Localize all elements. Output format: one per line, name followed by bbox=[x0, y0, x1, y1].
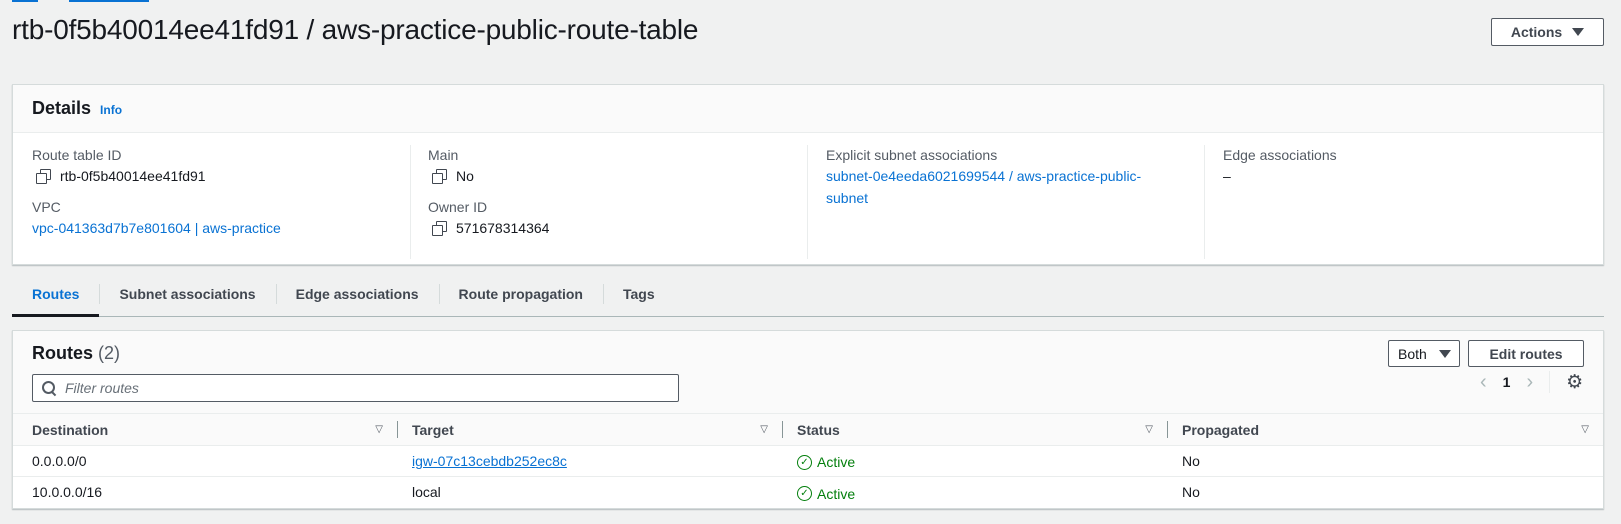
copy-icon[interactable] bbox=[432, 221, 447, 236]
column-target[interactable]: Target ▽ bbox=[397, 413, 782, 446]
target-cell: igw-07c13cebdb252ec8c bbox=[397, 445, 782, 477]
tab-edge-associations[interactable]: Edge associations bbox=[275, 272, 439, 316]
route-table-id-label: Route table ID bbox=[32, 147, 122, 163]
page-title: rtb-0f5b40014ee41fd91 / aws-practice-pub… bbox=[12, 14, 699, 45]
routes-title: Routes (2) bbox=[32, 343, 120, 364]
tab-route-propagation[interactable]: Route propagation bbox=[438, 272, 603, 316]
route-table-id-value: rtb-0f5b40014ee41fd91 bbox=[32, 165, 410, 187]
gear-icon[interactable]: ⚙ bbox=[1566, 371, 1583, 394]
route-type-select[interactable]: Both bbox=[1388, 340, 1460, 367]
info-link[interactable]: Info bbox=[100, 103, 122, 117]
column-label: Propagated bbox=[1182, 421, 1260, 438]
check-circle-icon: ✓ bbox=[797, 486, 812, 501]
filter-routes-field[interactable] bbox=[32, 374, 679, 402]
table-row: 10.0.0.0/16 local ✓ Active No bbox=[13, 477, 1603, 508]
column-destination[interactable]: Destination ▽ bbox=[13, 413, 397, 446]
vpc-link[interactable]: vpc-041363d7b7e801604 | aws-practice bbox=[32, 217, 410, 239]
table-header-row: Destination ▽ Target ▽ Status ▽ Propagated ▽ bbox=[13, 413, 1603, 446]
route-table-id: rtb-0f5b40014ee41fd91 bbox=[60, 168, 206, 184]
owner-id-value: 571678314364 bbox=[428, 217, 807, 239]
destination-cell: 10.0.0.0/16 bbox=[32, 484, 103, 501]
table-row: 0.0.0.0/0 igw-07c13cebdb252ec8c ✓ Active… bbox=[13, 445, 1603, 477]
status-cell: ✓ Active bbox=[782, 445, 1167, 477]
column-label: Target bbox=[412, 421, 454, 438]
details-column-4: Edge associations – bbox=[1204, 145, 1601, 259]
status-badge: ✓ Active bbox=[797, 486, 855, 502]
owner-id-label: Owner ID bbox=[428, 199, 488, 215]
routes-count: (2) bbox=[98, 343, 121, 363]
details-panel: Details Info Route table ID rtb-0f5b4001… bbox=[12, 84, 1604, 265]
copy-icon[interactable] bbox=[36, 169, 51, 184]
sort-icon[interactable]: ▽ bbox=[1581, 424, 1589, 435]
status-text: Active bbox=[817, 454, 856, 471]
target-link[interactable]: igw-07c13cebdb252ec8c bbox=[412, 453, 567, 469]
routes-title-text: Routes bbox=[32, 343, 94, 363]
previous-page-icon[interactable]: ‹ bbox=[1480, 371, 1487, 394]
status-cell: ✓ Active bbox=[782, 477, 1167, 508]
column-propagated[interactable]: Propagated ▽ bbox=[1167, 413, 1603, 446]
propagated-cell: No bbox=[1182, 484, 1200, 501]
column-status[interactable]: Status ▽ bbox=[782, 413, 1167, 446]
actions-label: Actions bbox=[1510, 24, 1563, 40]
caret-down-icon bbox=[1572, 28, 1585, 36]
status-badge: ✓ Active bbox=[797, 454, 855, 470]
owner-id: 571678314364 bbox=[456, 220, 550, 236]
destination-cell: 0.0.0.0/0 bbox=[13, 445, 397, 477]
caret-down-icon bbox=[1438, 349, 1451, 358]
details-column-2: Main No Owner ID 571678314364 bbox=[410, 145, 807, 259]
main-label: Main bbox=[428, 147, 459, 163]
details-column-3: Explicit subnet associations subnet-0e4e… bbox=[807, 145, 1204, 259]
tab-tags[interactable]: Tags bbox=[602, 272, 675, 316]
route-type-value: Both bbox=[1398, 345, 1427, 362]
edge-associations-label: Edge associations bbox=[1223, 147, 1337, 163]
sort-icon[interactable]: ▽ bbox=[760, 424, 768, 435]
details-grid: Route table ID rtb-0f5b40014ee41fd91 VPC… bbox=[13, 133, 1603, 259]
main: No bbox=[456, 168, 474, 184]
check-circle-icon: ✓ bbox=[797, 454, 812, 470]
page-number[interactable]: 1 bbox=[1503, 374, 1511, 390]
copy-icon[interactable] bbox=[432, 169, 447, 184]
target-cell: local bbox=[412, 484, 441, 501]
status-text: Active bbox=[817, 485, 856, 502]
tab-routes[interactable]: Routes bbox=[12, 272, 100, 317]
breadcrumb-stub-1[interactable] bbox=[12, 0, 38, 2]
pagination-divider bbox=[1549, 371, 1551, 393]
details-header: Details Info bbox=[13, 85, 1603, 133]
tab-bar: Routes Subnet associations Edge associat… bbox=[12, 272, 1604, 317]
details-column-1: Route table ID rtb-0f5b40014ee41fd91 VPC… bbox=[13, 145, 410, 259]
routes-panel: Routes (2) Both Edit routes ‹ 1 › ⚙ Dest… bbox=[12, 330, 1604, 509]
pagination: ‹ 1 › ⚙ bbox=[1480, 367, 1583, 397]
edit-routes-button[interactable]: Edit routes bbox=[1468, 340, 1584, 367]
column-label: Destination bbox=[32, 421, 109, 438]
vpc-label: VPC bbox=[32, 199, 61, 215]
breadcrumb-stub-2[interactable] bbox=[69, 0, 149, 2]
filter-routes-input[interactable] bbox=[65, 380, 645, 396]
main-value: No bbox=[428, 165, 807, 187]
search-icon bbox=[41, 380, 57, 396]
routes-header: Routes (2) Both Edit routes ‹ 1 › ⚙ bbox=[13, 331, 1603, 413]
tab-subnet-associations[interactable]: Subnet associations bbox=[99, 272, 275, 316]
propagated-cell: No bbox=[1167, 445, 1603, 477]
column-label: Status bbox=[797, 421, 840, 438]
sort-icon[interactable]: ▽ bbox=[1145, 424, 1153, 435]
sort-icon[interactable]: ▽ bbox=[375, 424, 383, 435]
details-title: Details bbox=[32, 98, 92, 118]
explicit-subnet-label: Explicit subnet associations bbox=[826, 147, 998, 163]
explicit-subnet-link[interactable]: subnet-0e4eeda6021699544 / aws-practice-… bbox=[826, 165, 1166, 209]
actions-button[interactable]: Actions bbox=[1491, 18, 1604, 46]
next-page-icon[interactable]: › bbox=[1526, 371, 1533, 394]
edge-associations-value: – bbox=[1223, 168, 1231, 184]
routes-table: Destination ▽ Target ▽ Status ▽ Propagated ▽… bbox=[13, 413, 1603, 508]
